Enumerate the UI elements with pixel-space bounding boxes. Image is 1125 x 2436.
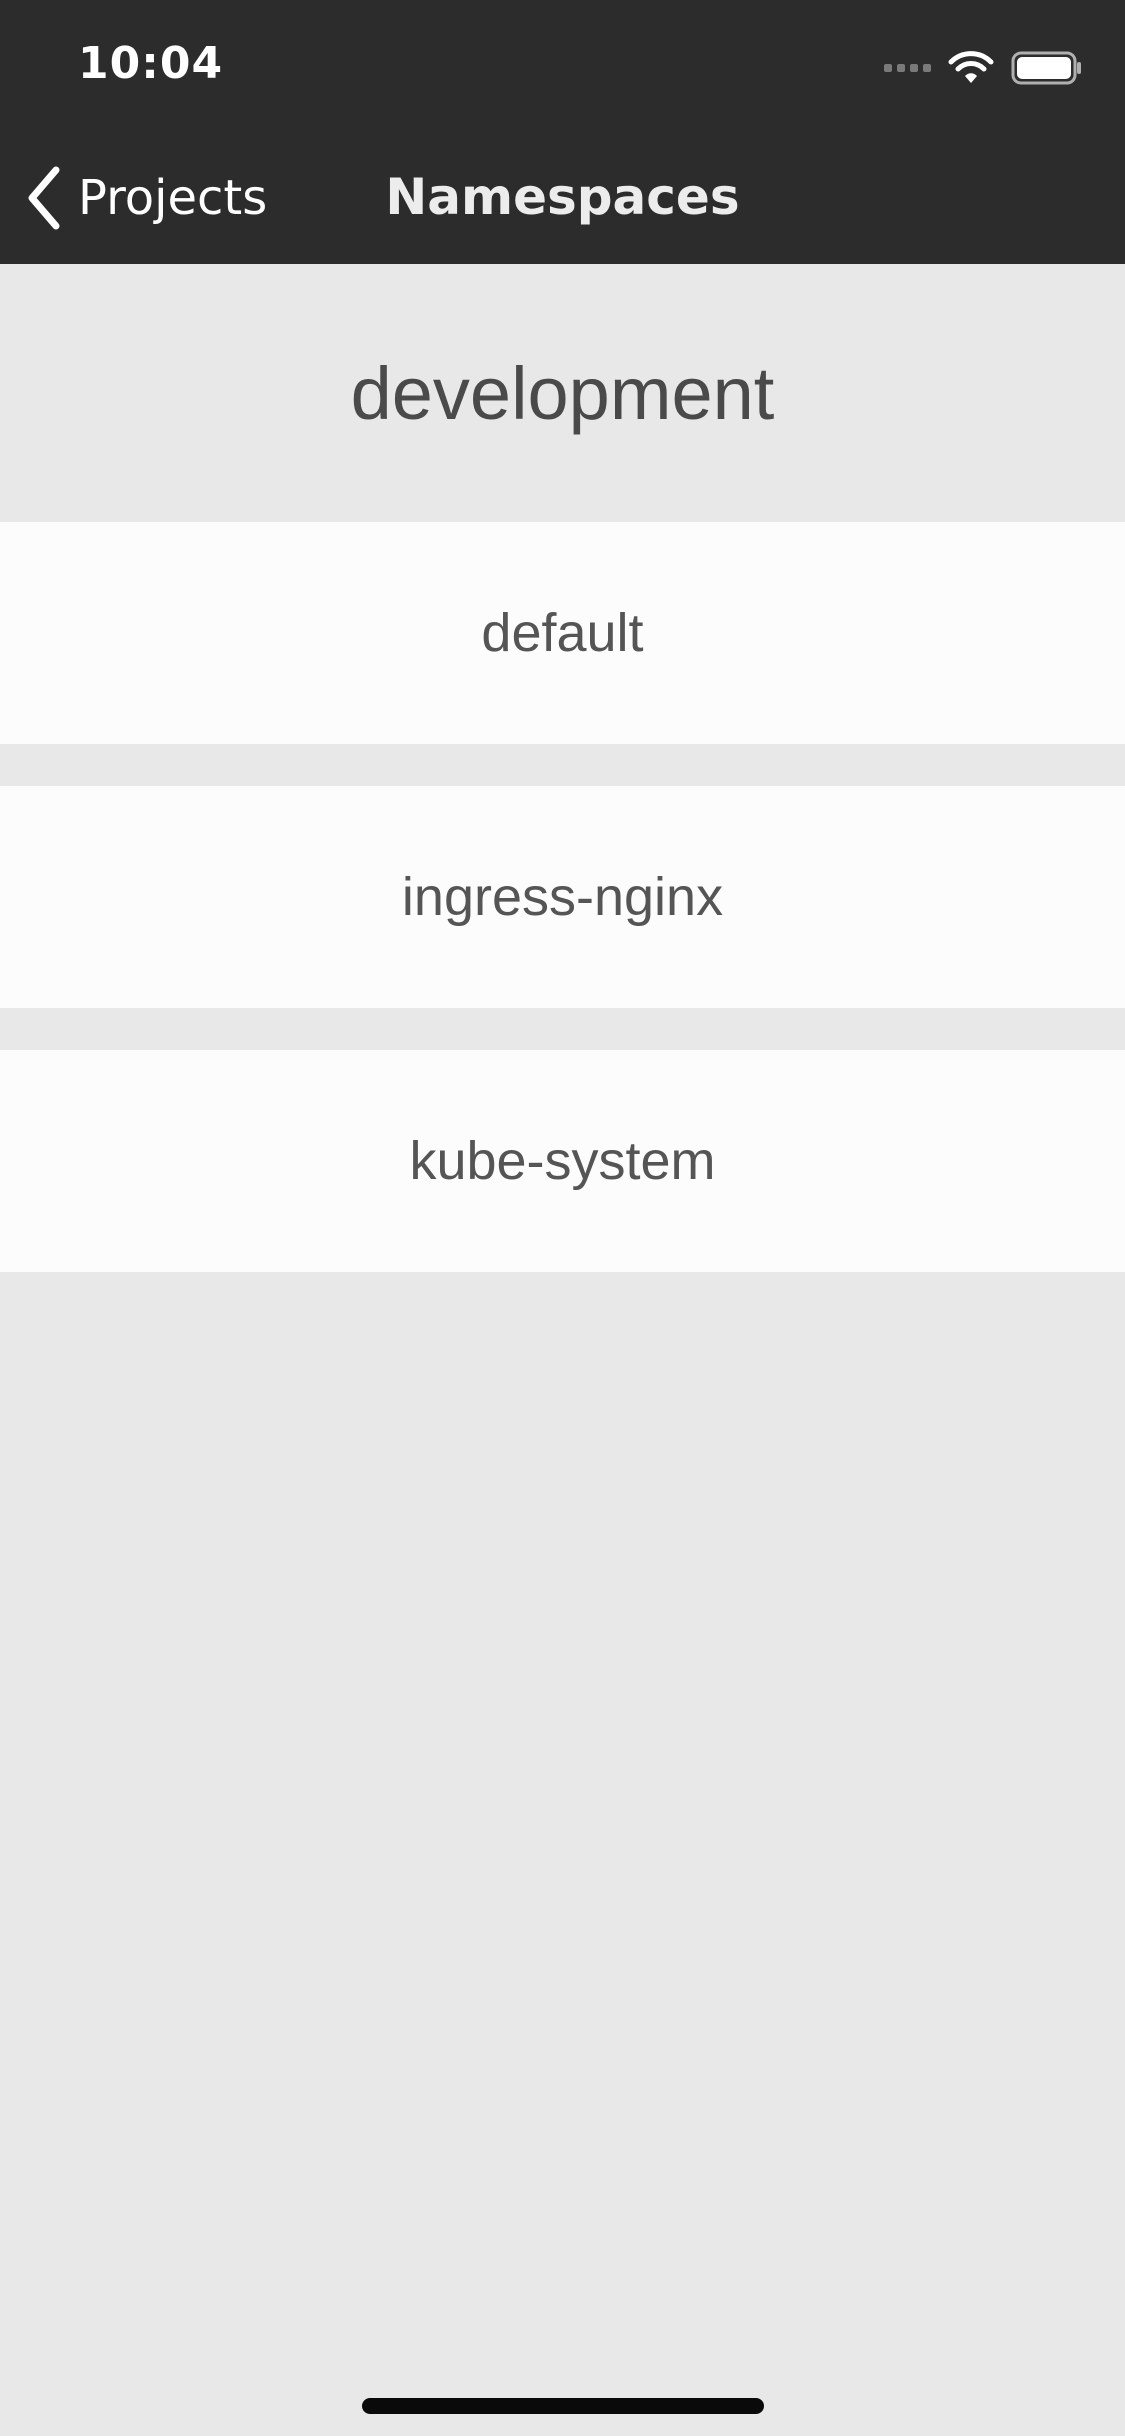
status-icons	[884, 48, 1083, 88]
namespace-row-ingress-nginx[interactable]: ingress-nginx	[0, 786, 1125, 1008]
namespace-row-default[interactable]: default	[0, 522, 1125, 744]
cellular-signal-icon	[884, 64, 931, 72]
wifi-icon	[948, 51, 994, 83]
page-title: Namespaces	[385, 168, 740, 226]
navigation-header: 10:04 Projects Namespaces	[0, 0, 1125, 264]
project-section-title: development	[350, 351, 775, 435]
status-time: 10:04	[78, 38, 224, 89]
home-indicator[interactable]	[362, 2398, 764, 2414]
battery-icon	[1011, 51, 1081, 85]
namespace-row-kube-system[interactable]: kube-system	[0, 1050, 1125, 1272]
